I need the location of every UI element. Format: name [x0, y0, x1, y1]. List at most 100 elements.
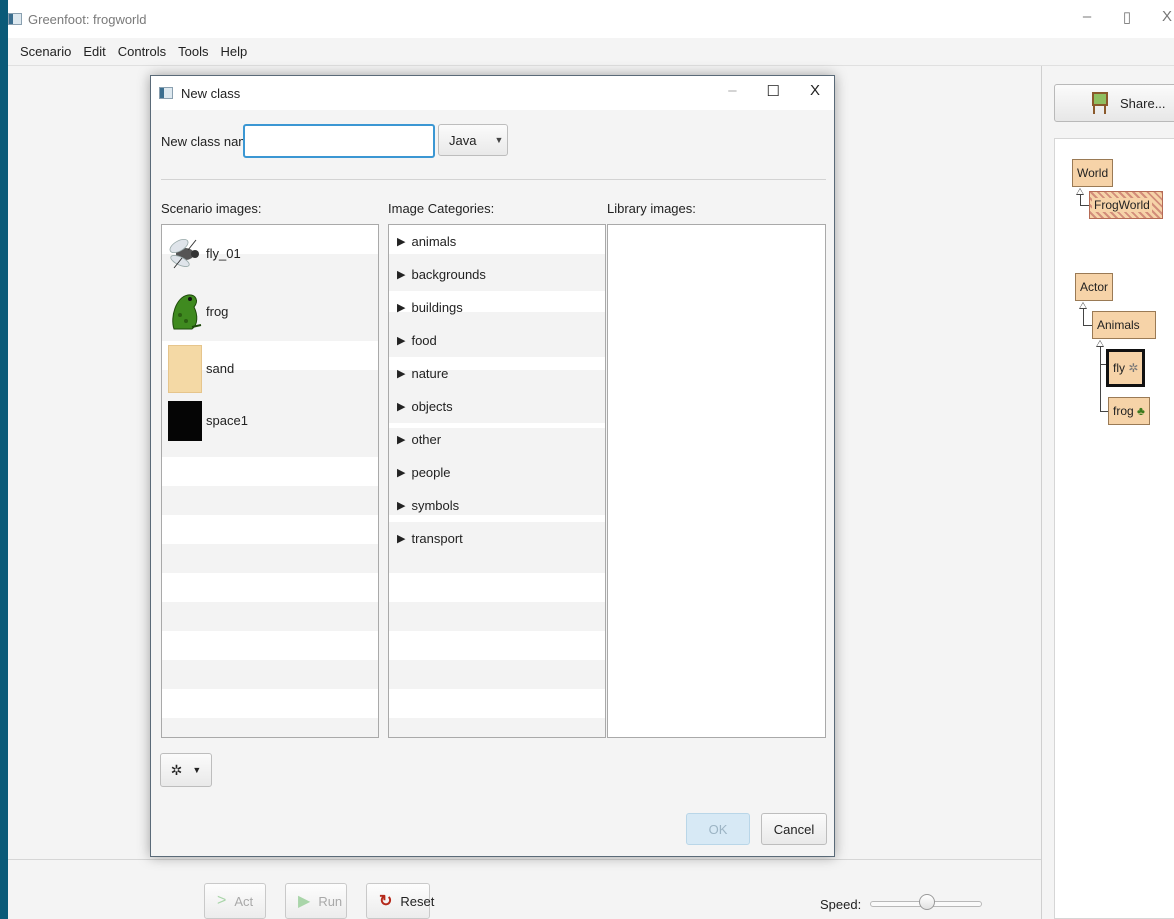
menu-controls[interactable]: Controls: [118, 44, 166, 59]
frog-icon: ♣: [1137, 404, 1145, 418]
category-label: food: [411, 333, 437, 348]
list-item-label: space1: [206, 413, 248, 428]
category-item-buildings[interactable]: ▶ buildings: [389, 291, 605, 324]
dialog-window-controls: – ☐ X: [728, 82, 820, 100]
category-label: backgrounds: [411, 267, 486, 282]
category-item-people[interactable]: ▶ people: [389, 456, 605, 489]
chevron-down-icon: ▼: [192, 765, 202, 775]
category-item-backgrounds[interactable]: ▶ backgrounds: [389, 258, 605, 291]
dialog-titlebar: New class – ☐ X: [151, 76, 834, 110]
share-button[interactable]: Share...: [1054, 84, 1174, 122]
class-actor[interactable]: Actor: [1075, 273, 1114, 301]
ok-button[interactable]: OK: [686, 813, 750, 845]
image-categories-list[interactable]: ▶ animals ▶ backgrounds ▶ buildings ▶ food ▶…: [388, 224, 606, 738]
class-diagram-panel: World FrogWorld Actor Animals fly ✲ frog…: [1054, 138, 1174, 919]
reset-button[interactable]: ↻ Reset: [366, 883, 434, 919]
list-item[interactable]: frog: [162, 282, 378, 340]
class-name-input[interactable]: [243, 124, 435, 158]
list-item[interactable]: space1: [162, 397, 378, 444]
gear-icon: ✲: [170, 761, 183, 778]
dialog-minimize-button[interactable]: –: [728, 82, 736, 100]
easel-icon: [1090, 92, 1110, 114]
panel-divider[interactable]: [1041, 66, 1042, 919]
scenario-images-list[interactable]: fly_01 frog sand space1: [161, 224, 379, 738]
menu-help[interactable]: Help: [221, 44, 248, 59]
library-images-list[interactable]: [607, 224, 826, 738]
dialog-title: New class: [181, 85, 241, 101]
language-select[interactable]: Java ▼: [438, 124, 508, 156]
class-fly[interactable]: fly ✲: [1106, 349, 1146, 387]
category-label: buildings: [411, 300, 463, 315]
dialog-maximize-button[interactable]: ☐: [767, 82, 780, 100]
speed-slider-thumb[interactable]: [919, 894, 935, 910]
tree-line: [1080, 205, 1089, 206]
frog-icon: [172, 294, 202, 330]
new-class-dialog: New class – ☐ X New class name: Java ▼ S…: [150, 75, 835, 857]
class-world[interactable]: World: [1072, 159, 1114, 187]
act-button[interactable]: > Act: [204, 883, 266, 919]
main-titlebar: Greenfoot: frogworld – ▯ X: [8, 0, 1174, 38]
tree-line: [1083, 309, 1084, 325]
class-animals[interactable]: Animals: [1092, 311, 1156, 339]
run-label: Run: [318, 893, 343, 909]
category-item-symbols[interactable]: ▶ symbols: [389, 489, 605, 522]
expand-arrow-icon: ▶: [397, 368, 406, 380]
run-button[interactable]: ▶ Run: [285, 883, 347, 919]
fly-icon: ✲: [1128, 361, 1139, 375]
category-item-nature[interactable]: ▶ nature: [389, 357, 605, 390]
expand-arrow-icon: ▶: [397, 533, 406, 545]
list-item[interactable]: sand: [162, 340, 378, 398]
class-frogworld[interactable]: FrogWorld: [1089, 191, 1163, 219]
category-item-objects[interactable]: ▶ objects: [389, 390, 605, 423]
category-label: transport: [411, 531, 463, 546]
tree-line: [1083, 325, 1092, 326]
app-icon: [159, 87, 173, 99]
menu-edit[interactable]: Edit: [83, 44, 105, 59]
category-item-other[interactable]: ▶ other: [389, 423, 605, 456]
play-icon: ▶: [298, 893, 311, 910]
tree-line: [1080, 195, 1081, 205]
category-label: animals: [411, 234, 457, 249]
sand-swatch: [168, 344, 202, 393]
dialog-close-button[interactable]: X: [810, 82, 820, 100]
expand-arrow-icon: ▶: [397, 467, 406, 479]
options-menu-button[interactable]: ✲ ▼: [160, 753, 212, 787]
window-title: Greenfoot: frogworld: [28, 11, 147, 27]
category-item-animals[interactable]: ▶ animals: [389, 225, 605, 258]
space-swatch: [168, 400, 202, 441]
library-images-label: Library images:: [607, 201, 696, 216]
category-label: symbols: [411, 498, 460, 513]
language-value: Java: [449, 132, 477, 148]
tree-line: [1100, 347, 1101, 411]
category-label: nature: [411, 366, 449, 381]
act-label: Act: [234, 893, 254, 909]
expand-arrow-icon: ▶: [397, 434, 406, 446]
reset-icon: ↻: [379, 893, 393, 910]
menubar: Scenario Edit Controls Tools Help: [8, 38, 1174, 66]
category-label: other: [411, 432, 442, 447]
reset-label: Reset: [400, 893, 435, 909]
menu-tools[interactable]: Tools: [178, 44, 208, 59]
list-item[interactable]: fly_01: [162, 225, 378, 283]
inheritance-arrow-icon: [1079, 302, 1087, 309]
category-label: people: [411, 465, 451, 480]
expand-arrow-icon: ▶: [397, 335, 406, 347]
category-item-food[interactable]: ▶ food: [389, 324, 605, 357]
list-item-label: frog: [206, 303, 229, 319]
inheritance-arrow-icon: [1096, 340, 1104, 347]
minimize-button[interactable]: –: [1080, 8, 1094, 26]
category-item-transport[interactable]: ▶ transport: [389, 522, 605, 555]
class-frog[interactable]: frog ♣: [1108, 397, 1150, 425]
restore-button[interactable]: ▯: [1120, 8, 1134, 26]
class-frog-label: frog: [1113, 404, 1134, 418]
scenario-images-label: Scenario images:: [161, 201, 262, 216]
tree-line: [1100, 411, 1108, 412]
fly-icon: [169, 238, 199, 269]
cancel-button[interactable]: Cancel: [761, 813, 827, 845]
inheritance-arrow-icon: [1076, 188, 1084, 195]
image-categories-label: Image Categories:: [388, 201, 495, 216]
chevron-down-icon: ▼: [494, 135, 504, 145]
close-button[interactable]: X: [1160, 8, 1174, 26]
expand-arrow-icon: ▶: [397, 401, 406, 413]
menu-scenario[interactable]: Scenario: [20, 44, 71, 59]
